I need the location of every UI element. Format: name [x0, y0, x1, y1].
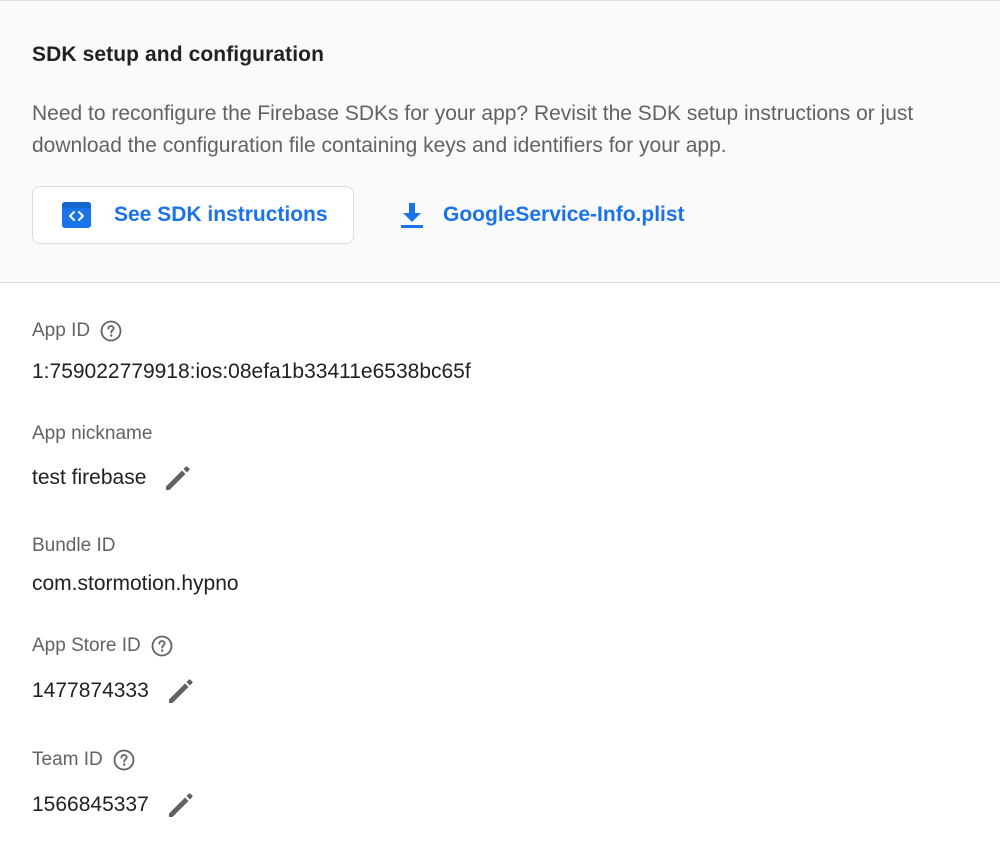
team-id-label: Team ID — [32, 749, 135, 771]
section-title: SDK setup and configuration — [32, 43, 325, 66]
app-nickname-row: test firebase — [32, 462, 194, 494]
app-store-id-label: App Store ID — [32, 635, 173, 657]
app-store-id-row: 1477874333 — [32, 675, 197, 707]
team-id-edit-icon[interactable] — [165, 789, 197, 821]
team-id-label-text: Team ID — [32, 749, 103, 770]
app-nickname-edit-icon[interactable] — [162, 462, 194, 494]
app-id-label: App ID — [32, 320, 122, 342]
app-id-help-icon[interactable] — [100, 320, 122, 342]
section-divider — [0, 282, 1000, 283]
see-sdk-instructions-button[interactable]: See SDK instructions — [32, 186, 354, 244]
team-id-value: 1566845337 — [32, 793, 149, 816]
team-id-help-icon[interactable] — [113, 749, 135, 771]
bundle-id-label: Bundle ID — [32, 535, 115, 557]
app-nickname-label-text: App nickname — [32, 423, 153, 444]
download-config-link[interactable]: GoogleService-Info.plist — [398, 186, 685, 244]
app-store-id-help-icon[interactable] — [151, 635, 173, 657]
app-nickname-value: test firebase — [32, 466, 147, 489]
download-icon — [398, 200, 426, 230]
section-description: Need to reconfigure the Firebase SDKs fo… — [32, 102, 914, 157]
bundle-id-label-text: Bundle ID — [32, 535, 116, 556]
sdk-setup-section: SDK setup and configuration Need to reco… — [0, 0, 1000, 283]
team-id-row: 1566845337 — [32, 789, 197, 821]
app-id-label-text: App ID — [32, 320, 91, 341]
see-sdk-instructions-label: See SDK instructions — [114, 203, 328, 226]
bundle-id-value: com.stormotion.hypno — [32, 572, 239, 595]
app-nickname-label: App nickname — [32, 423, 152, 445]
code-icon — [62, 202, 91, 228]
app-store-id-edit-icon[interactable] — [165, 675, 197, 707]
app-store-id-value: 1477874333 — [32, 679, 149, 702]
app-id-value: 1:759022779918:ios:08efa1b33411e6538bc65… — [32, 360, 471, 383]
download-config-label: GoogleService-Info.plist — [443, 203, 685, 226]
app-store-id-label-text: App Store ID — [32, 635, 141, 656]
